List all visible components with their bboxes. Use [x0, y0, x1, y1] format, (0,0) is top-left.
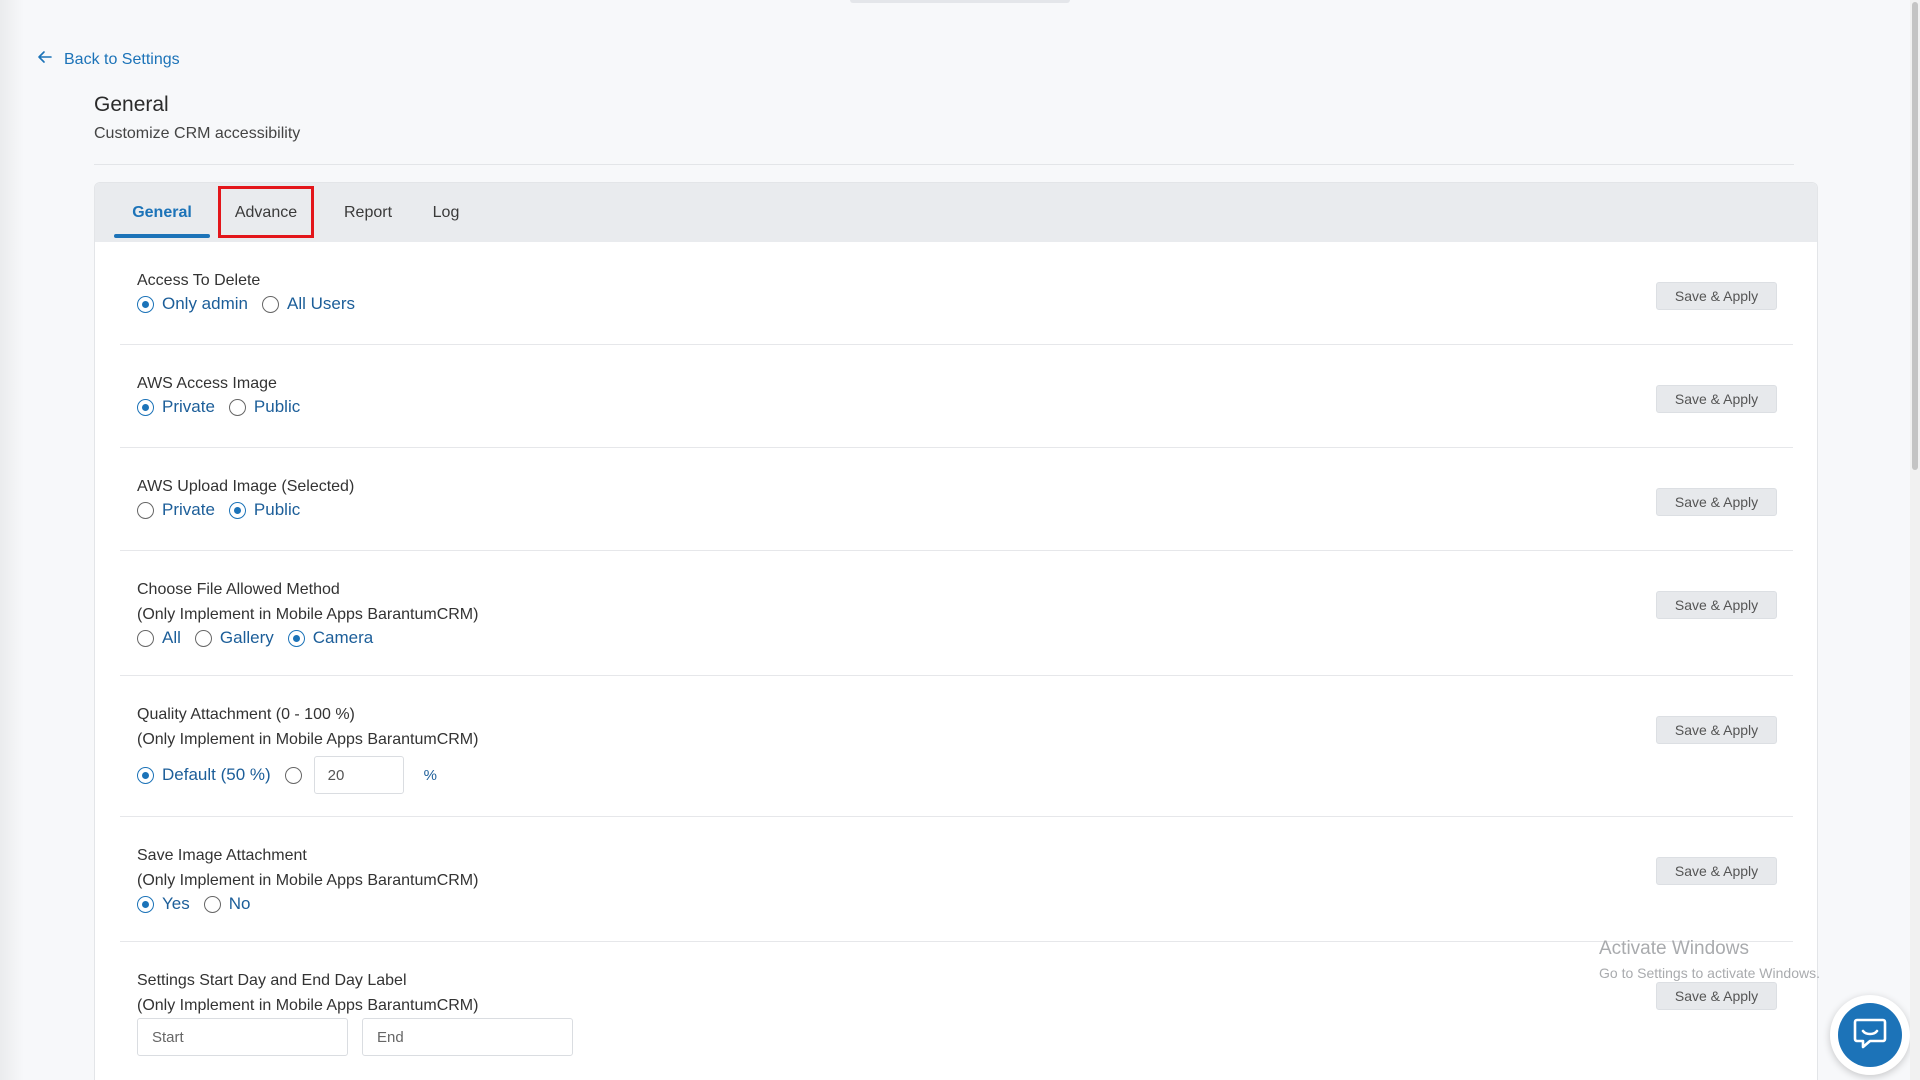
tab-advance[interactable]: Advance	[218, 183, 314, 242]
setting-file-allowed-method: Choose File Allowed Method (Only Impleme…	[120, 551, 1793, 676]
radio-option-private[interactable]: Private	[137, 500, 215, 520]
save-apply-button[interactable]: Save & Apply	[1656, 591, 1777, 619]
setting-label: Settings Start Day and End Day Label	[137, 972, 407, 989]
tab-bar: General Advance Report Log	[95, 183, 1817, 242]
radio-label: Public	[253, 500, 301, 519]
radio-option-no[interactable]: No	[203, 894, 251, 914]
chat-support-button[interactable]	[1830, 995, 1910, 1075]
radio-button[interactable]	[194, 629, 212, 647]
radio-option-only-admin[interactable]: Only admin	[137, 294, 248, 314]
back-to-settings-link[interactable]: Back to Settings	[36, 48, 180, 71]
end-day-input[interactable]	[362, 1018, 573, 1056]
percent-unit: %	[423, 766, 438, 784]
radio-option-public[interactable]: Public	[228, 397, 301, 417]
save-apply-button[interactable]: Save & Apply	[1656, 385, 1777, 413]
setting-aws-access-image: AWS Access Image Private Public Save & A…	[120, 345, 1793, 448]
day-inputs	[137, 1018, 1793, 1056]
top-grip	[850, 0, 1070, 3]
chat-button-inner	[1838, 1003, 1902, 1067]
radio-label: Only admin	[162, 294, 248, 313]
radio-group: Private Public	[137, 397, 1793, 417]
radio-label: Private	[162, 397, 215, 416]
radio-button[interactable]	[203, 895, 221, 913]
radio-button[interactable]	[287, 629, 305, 647]
setting-quality-attachment: Quality Attachment (0 - 100 %) (Only Imp…	[120, 676, 1793, 817]
radio-option-custom[interactable]: %	[284, 756, 438, 794]
setting-note: (Only Implement in Mobile Apps BarantumC…	[137, 606, 479, 623]
radio-option-all[interactable]: All	[137, 628, 181, 648]
radio-group: All Gallery Camera	[137, 628, 1793, 648]
radio-option-all-users[interactable]: All Users	[261, 294, 355, 314]
page-subtitle: Customize CRM accessibility	[94, 125, 301, 142]
setting-aws-upload-image: AWS Upload Image (Selected) Private Publ…	[120, 448, 1793, 551]
watermark-subtitle: Go to Settings to activate Windows.	[1599, 965, 1820, 981]
setting-label: Save Image Attachment	[137, 847, 307, 864]
radio-button[interactable]	[137, 501, 154, 519]
save-apply-button[interactable]: Save & Apply	[1656, 488, 1777, 516]
radio-button[interactable]	[284, 766, 302, 784]
radio-label: Private	[162, 500, 215, 519]
radio-option-gallery[interactable]: Gallery	[194, 628, 274, 648]
tab-label: Log	[432, 203, 460, 221]
chat-bubble-icon	[1852, 1016, 1888, 1055]
radio-button[interactable]	[228, 501, 246, 519]
radio-option-default[interactable]: Default (50 %)	[137, 765, 271, 785]
save-apply-button[interactable]: Save & Apply	[1656, 857, 1777, 885]
setting-note: (Only Implement in Mobile Apps BarantumC…	[137, 997, 479, 1014]
radio-option-yes[interactable]: Yes	[137, 894, 190, 914]
setting-label: AWS Upload Image (Selected)	[137, 478, 355, 495]
radio-button[interactable]	[261, 295, 279, 313]
radio-button[interactable]	[137, 295, 154, 313]
setting-label: Access To Delete	[137, 272, 261, 289]
setting-note: (Only Implement in Mobile Apps BarantumC…	[137, 731, 479, 748]
radio-label: All	[162, 628, 181, 647]
radio-button[interactable]	[137, 629, 154, 647]
tab-general[interactable]: General	[114, 183, 210, 242]
setting-label: Quality Attachment (0 - 100 %)	[137, 706, 355, 723]
radio-button[interactable]	[137, 895, 154, 913]
tab-report[interactable]: Report	[322, 183, 414, 242]
radio-group: Yes No	[137, 894, 1793, 914]
highlight-box	[218, 186, 314, 238]
setting-note: (Only Implement in Mobile Apps BarantumC…	[137, 872, 479, 889]
radio-group: Only admin All Users	[137, 294, 1793, 314]
radio-label: All Users	[286, 294, 355, 313]
save-apply-button[interactable]: Save & Apply	[1656, 282, 1777, 310]
setting-save-image-attachment: Save Image Attachment (Only Implement in…	[120, 817, 1793, 942]
start-day-input[interactable]	[137, 1018, 348, 1056]
radio-label: Default (50 %)	[162, 765, 271, 784]
save-apply-button[interactable]: Save & Apply	[1656, 982, 1777, 1010]
page-title: General	[94, 93, 169, 116]
setting-label: AWS Access Image	[137, 375, 277, 392]
radio-option-private[interactable]: Private	[137, 397, 215, 417]
watermark-title: Activate Windows	[1599, 938, 1749, 959]
radio-button[interactable]	[228, 398, 246, 416]
setting-start-end-day-label: Settings Start Day and End Day Label (On…	[120, 942, 1793, 1080]
radio-option-camera[interactable]: Camera	[287, 628, 374, 648]
radio-button[interactable]	[137, 398, 154, 416]
tab-label: Report	[343, 203, 393, 221]
radio-group: Private Public	[137, 500, 1793, 520]
radio-label: No	[228, 894, 251, 913]
radio-option-public[interactable]: Public	[228, 500, 301, 520]
radio-group: Default (50 %) %	[137, 756, 1793, 794]
scrollbar-thumb[interactable]	[1912, 2, 1918, 470]
radio-label: Yes	[162, 894, 190, 913]
radio-label: Public	[253, 397, 301, 416]
settings-card: General Advance Report Log Access To Del…	[94, 182, 1818, 1080]
setting-access-to-delete: Access To Delete Only admin All Users Sa…	[120, 242, 1793, 345]
quality-percent-input[interactable]	[313, 756, 404, 794]
tab-label: General	[132, 203, 192, 221]
radio-label: Camera	[312, 628, 374, 647]
arrow-left-icon	[36, 48, 54, 71]
back-link-label: Back to Settings	[64, 50, 180, 68]
setting-label: Choose File Allowed Method	[137, 581, 340, 598]
radio-label: Gallery	[219, 628, 274, 647]
left-shadow	[0, 0, 24, 1080]
header-divider	[94, 164, 1794, 165]
save-apply-button[interactable]: Save & Apply	[1656, 716, 1777, 744]
radio-button[interactable]	[137, 766, 154, 784]
activate-windows-watermark: Activate Windows Go to Settings to activ…	[1599, 938, 1820, 981]
tab-log[interactable]: Log	[414, 183, 478, 242]
